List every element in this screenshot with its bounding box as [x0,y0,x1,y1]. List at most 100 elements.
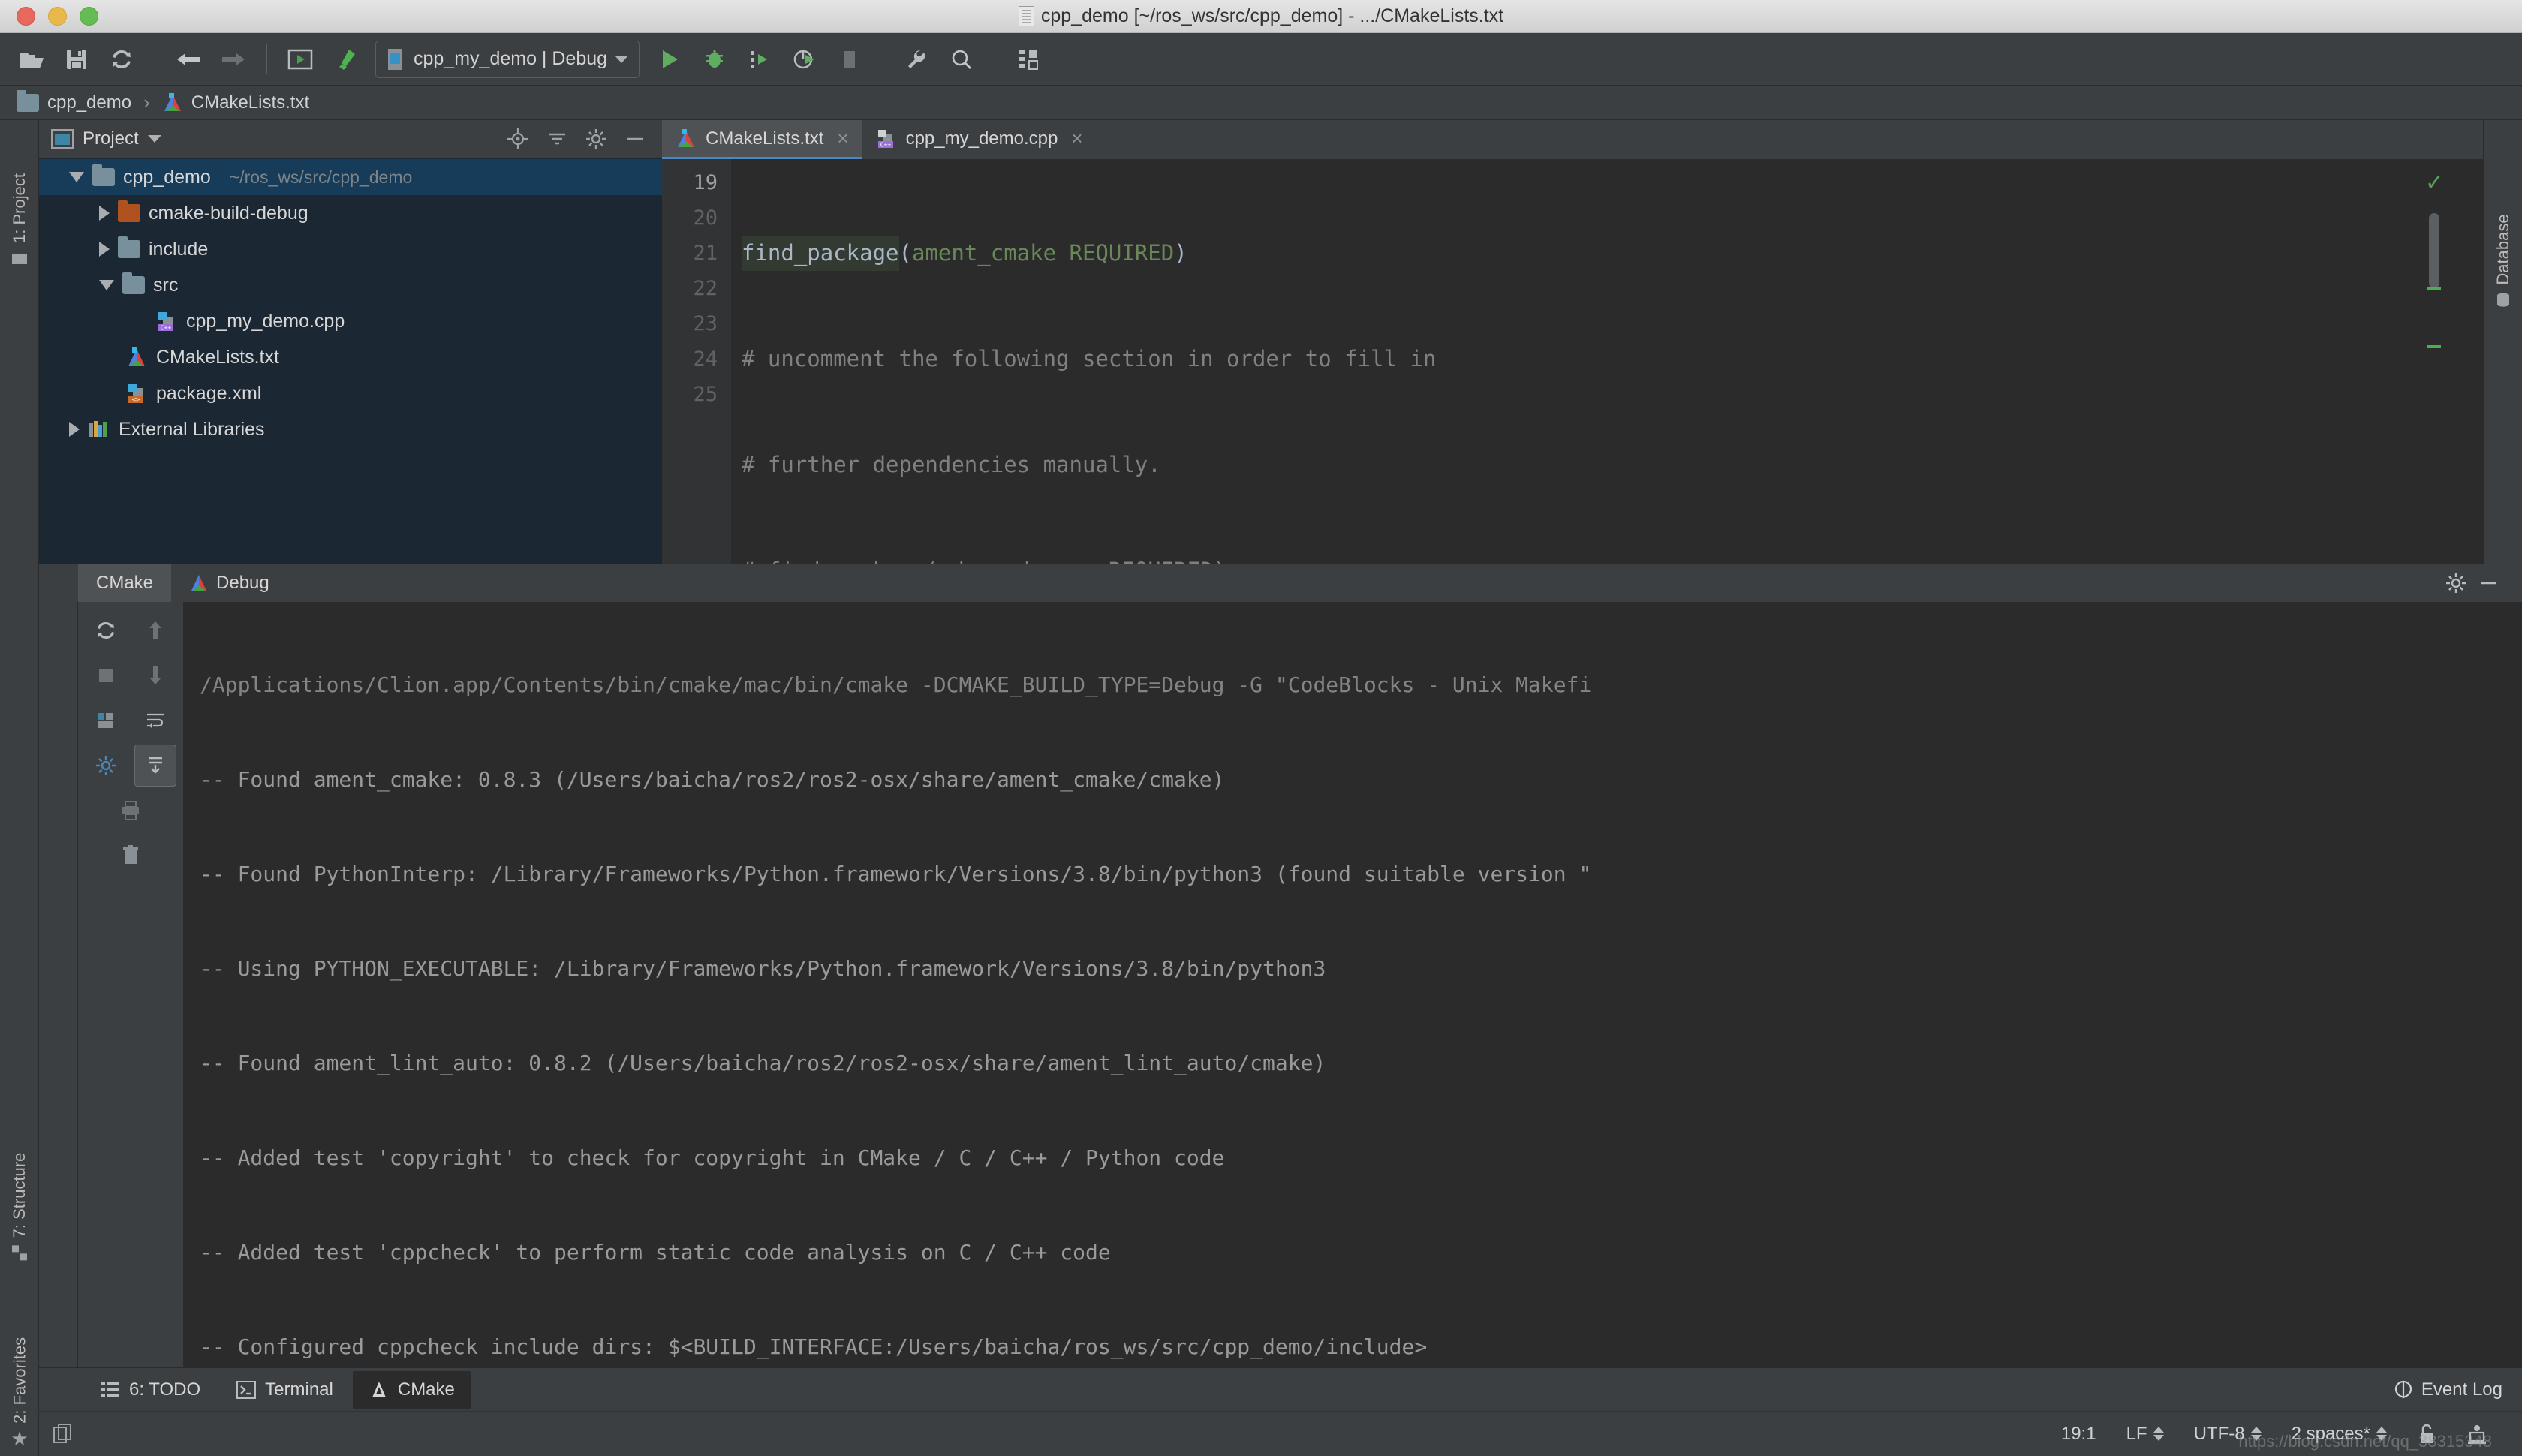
cpp-file-icon: C++ [877,129,893,148]
tree-node-include[interactable]: include [39,231,662,267]
line-separator-label: LF [2126,1423,2147,1444]
run-icon[interactable] [649,38,691,80]
tool-window-tab-label: Debug [216,573,269,593]
print-icon[interactable] [110,790,152,832]
debug-icon[interactable] [694,38,736,80]
workspace: 1: Project 7: Structure ★ 2: Favorites P… [0,120,2522,1456]
project-panel-header: Project [39,120,662,158]
minimize-icon[interactable] [620,124,650,154]
code-content[interactable]: find_package(ament_cmake REQUIRED) # unc… [731,159,2483,564]
console-line: -- Found ament_lint_auto: 0.8.2 (/Users/… [200,1051,1326,1075]
chevron-down-icon[interactable] [99,280,114,290]
rerun-icon[interactable] [85,609,127,651]
collapse-all-icon[interactable] [542,124,572,154]
project-tree[interactable]: cpp_demo ~/ros_ws/src/cpp_demo cmake-bui… [39,158,662,564]
cpp-file-icon: C++ [158,312,173,332]
cmake-console-output[interactable]: /Applications/Clion.app/Contents/bin/cma… [183,602,2522,1367]
line-number: 20 [693,206,718,230]
gear-icon[interactable] [2439,567,2472,600]
run-coverage-icon[interactable] [739,38,781,80]
tree-node-cmake-build-debug[interactable]: cmake-build-debug [39,195,662,231]
console-toolbar-row [110,790,152,832]
folder-icon [92,164,115,186]
event-log-label: Event Log [2421,1379,2502,1400]
settings-icon[interactable] [85,745,127,787]
chevron-down-icon[interactable] [69,172,84,182]
minimize-icon[interactable] [2472,567,2505,600]
tree-node-src[interactable]: src [39,267,662,303]
spinner-icon[interactable] [2153,1427,2164,1441]
pin-icon[interactable] [85,699,127,742]
bottom-item-todo[interactable]: 6: TODO [84,1371,217,1409]
structure-icon[interactable] [1007,38,1049,80]
code-line: # further dependencies manually. [742,447,2483,483]
tool-window-tab-debug[interactable]: Debug [171,564,287,602]
code-line: # find_package(<dependency> REQUIRED) [742,553,2483,564]
folder-excluded-icon [118,200,140,222]
search-icon[interactable] [940,38,983,80]
breadcrumb-project[interactable]: cpp_demo [17,89,131,113]
tree-node-CMakeLists-txt[interactable]: CMakeLists.txt [39,339,662,375]
up-arrow-icon[interactable] [134,609,176,651]
hammer-icon[interactable] [324,38,366,80]
inspection-status-icon[interactable]: ✓ [2425,170,2444,196]
wrap-text-icon[interactable] [134,699,176,742]
build-icon[interactable] [279,38,321,80]
line-number: 21 [693,242,718,265]
save-icon[interactable] [56,38,98,80]
scroll-to-end-icon[interactable] [134,745,176,787]
tree-node-package-xml[interactable]: <> package.xml [39,375,662,411]
run-configuration-selector[interactable]: cpp_my_demo | Debug [375,40,640,78]
chevron-right-icon[interactable] [99,206,110,221]
editor-pane[interactable]: 19 20 21 22 23 24 25 find_package(ament_… [662,159,2483,564]
tab-cpp_my_demo-cpp[interactable]: C++ cpp_my_demo.cpp × [862,120,1097,159]
tree-node-cpp_my_demo-cpp[interactable]: C++ cpp_my_demo.cpp [39,303,662,339]
code-token: find_package [742,236,899,271]
code-line: # uncomment the following section in ord… [742,341,2483,377]
project-icon [51,129,74,149]
stop-icon[interactable] [85,654,127,696]
locate-icon[interactable] [503,124,533,154]
bottom-item-terminal[interactable]: Terminal [220,1371,350,1409]
tool-window-tab-cmake[interactable]: CMake [78,564,172,602]
toggle-layout-icon[interactable] [53,1423,74,1445]
caret-position[interactable]: 19:1 [2046,1424,2111,1445]
sidebar-item-favorites-label: 2: Favorites [9,1337,29,1424]
sync-icon[interactable] [101,38,143,80]
event-log-button[interactable]: Event Log [2394,1379,2522,1400]
wrench-icon[interactable] [895,38,937,80]
close-icon[interactable]: × [837,127,848,150]
profile-icon[interactable] [784,38,826,80]
gear-icon[interactable] [581,124,611,154]
database-icon [2496,293,2509,307]
chevron-down-icon[interactable] [147,135,161,143]
sidebar-item-project[interactable]: 1: Project [10,173,29,266]
down-arrow-icon[interactable] [134,654,176,696]
chevron-right-icon[interactable] [99,242,110,257]
libraries-icon [89,421,107,437]
trash-icon[interactable] [110,835,152,877]
open-folder-icon[interactable] [11,38,53,80]
tree-node-label: CMakeLists.txt [156,346,279,368]
close-icon[interactable]: × [1071,127,1082,150]
code-line: find_package(ament_cmake REQUIRED) [742,236,2483,271]
editor-scrollbar[interactable] [2429,213,2439,288]
back-arrow-icon[interactable] [167,38,209,80]
line-separator-selector[interactable]: LF [2111,1424,2179,1445]
bottom-item-cmake[interactable]: CMake [352,1370,471,1409]
tab-CMakeLists-txt[interactable]: CMakeLists.txt × [662,120,862,159]
encoding-label: UTF-8 [2193,1423,2245,1444]
console-toolbar-row [85,654,176,696]
tree-node-external-libraries[interactable]: External Libraries [39,411,662,447]
tree-node-cpp_demo[interactable]: cpp_demo ~/ros_ws/src/cpp_demo [39,159,662,195]
sidebar-item-structure[interactable]: 7: Structure [10,1153,29,1262]
chevron-down-icon[interactable] [615,55,629,63]
editor-marker [2427,287,2441,290]
tab-label: cpp_my_demo.cpp [905,128,1058,149]
sidebar-item-favorites[interactable]: ★ 2: Favorites [8,1337,31,1450]
chevron-right-icon[interactable] [69,422,80,437]
forward-arrow-icon[interactable] [212,38,254,80]
breadcrumb-file[interactable]: CMakeLists.txt [162,92,309,113]
sidebar-item-database[interactable]: Database [2493,214,2513,308]
line-number: 19 [693,171,718,194]
